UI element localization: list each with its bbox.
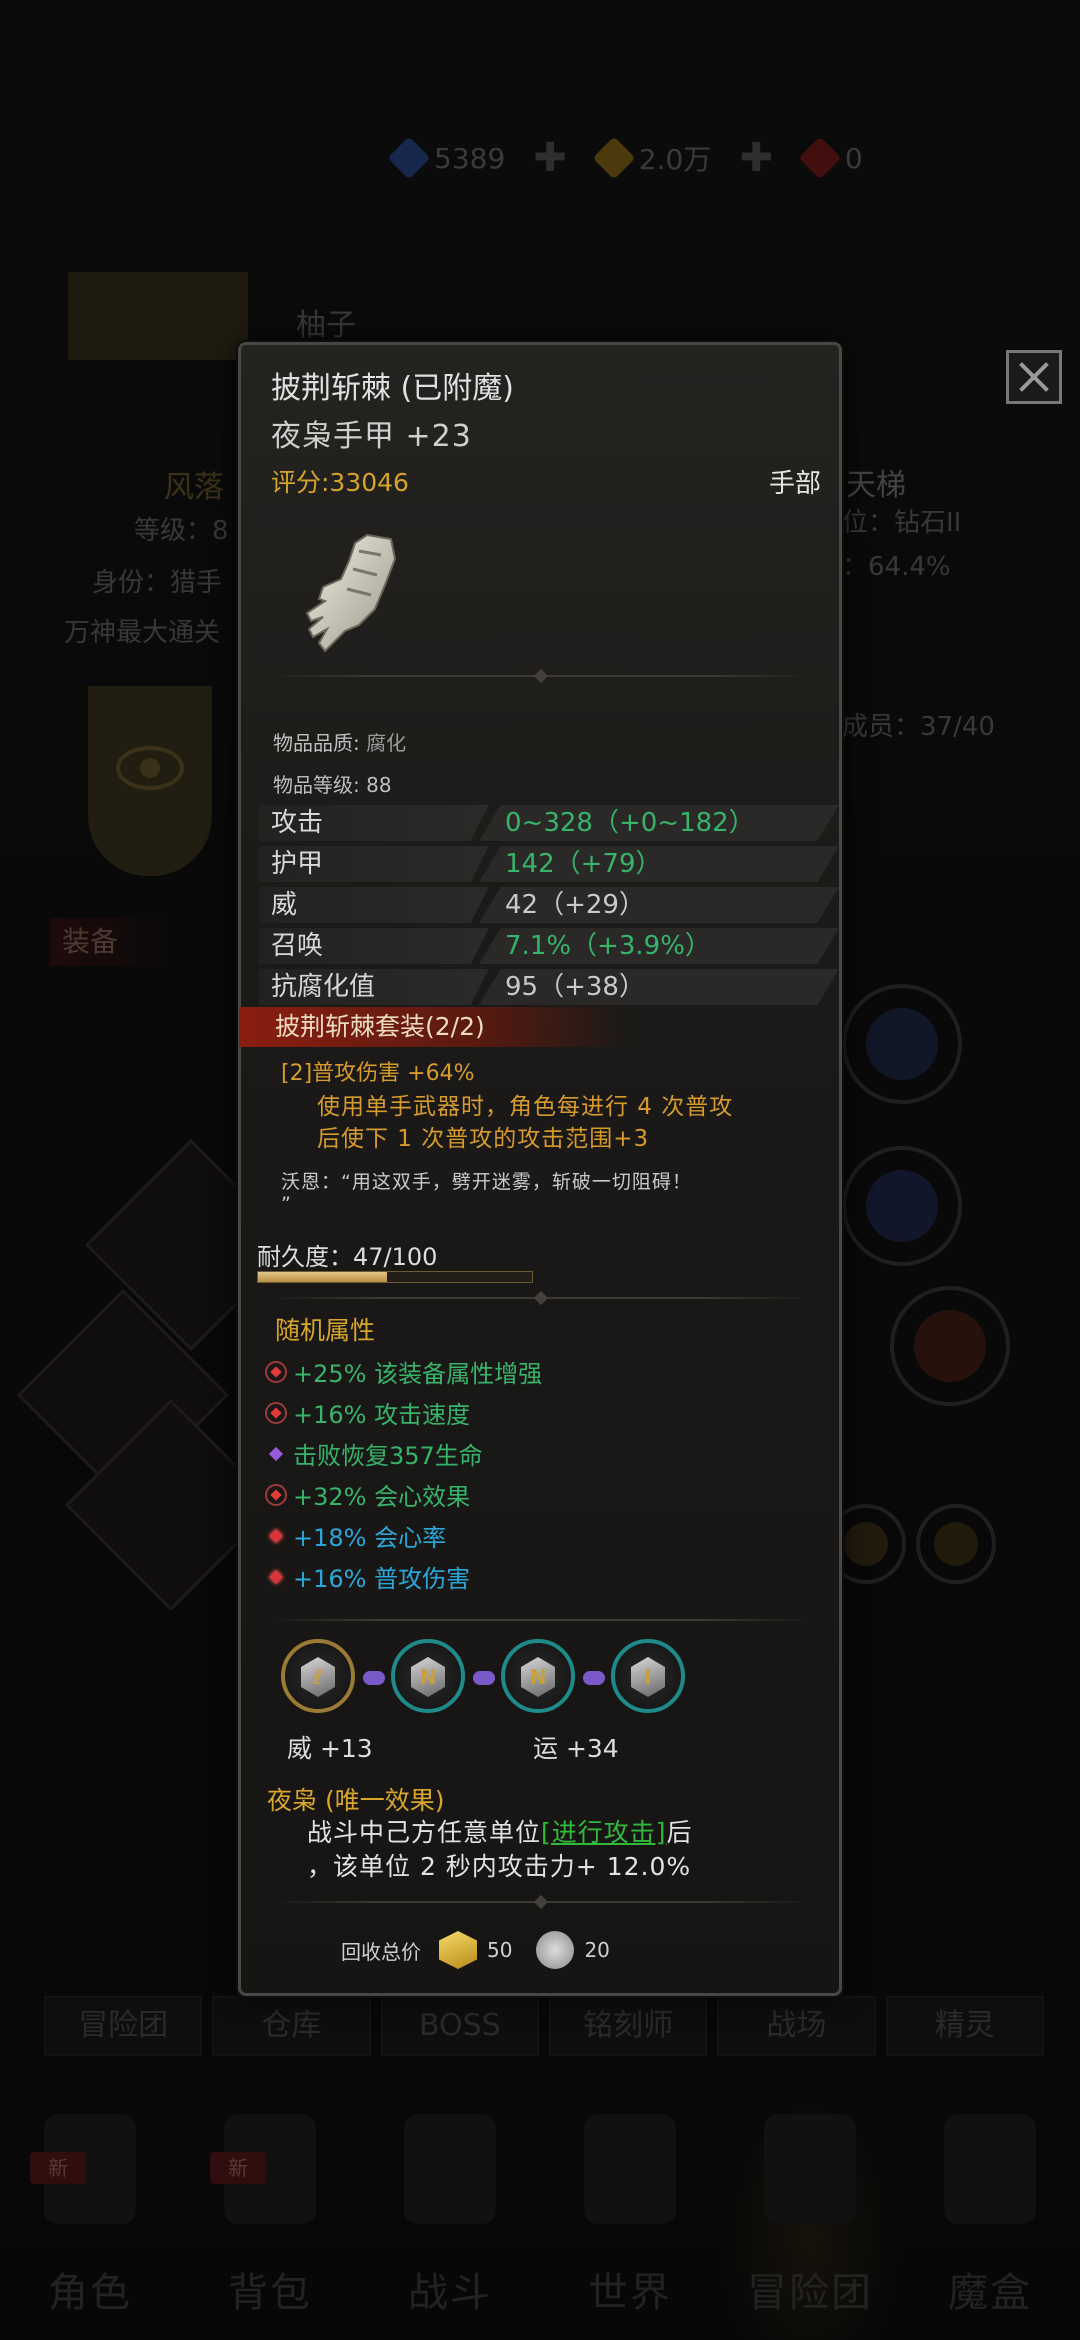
flavor-quote-line-2: ”: [281, 1193, 292, 1215]
quality-label: 物品品质:: [273, 731, 367, 755]
stat-value: 42（+29）: [479, 887, 839, 923]
red-gem-icon: [265, 1525, 287, 1547]
random-attrs-title: 随机属性: [275, 1316, 376, 1345]
stat-name: 召唤: [259, 928, 489, 964]
recycle-gold-value: 50: [487, 1938, 513, 1962]
recycle-shard-value: 20: [584, 1938, 610, 1962]
random-attr-text: +32% 会心效果: [293, 1483, 471, 1511]
gem-socket-4[interactable]: I: [611, 1639, 685, 1713]
gem-link: [583, 1671, 605, 1685]
gem-bonus-1: 威 +13: [287, 1734, 373, 1763]
red-gem-icon: [265, 1483, 287, 1506]
unique-effect-line-1: 战斗中己方任意单位[进行攻击]后: [307, 1813, 693, 1849]
stat-name: 攻击: [259, 805, 489, 841]
stat-row: 抗腐化值 95（+38）: [259, 969, 839, 1007]
stat-row: 护甲 142（+79）: [259, 846, 839, 884]
gem-sockets: ℓ N N I: [281, 1639, 701, 1719]
gem-bonus-2: 运 +34: [533, 1734, 619, 1763]
random-attr-text: +16% 普攻伤害: [293, 1565, 471, 1593]
item-name: 披荆斩棘 (已附魔): [271, 371, 514, 406]
gem-rune: I: [644, 1665, 652, 1689]
recycle-label: 回收总价: [341, 1939, 421, 1964]
gem-socket-2[interactable]: N: [391, 1639, 465, 1713]
set-desc-line-2: 后使下 1 次普攻的攻击范围+3: [317, 1126, 650, 1152]
close-button[interactable]: [1006, 350, 1062, 404]
unique-effect-title: 夜枭 (唯一效果): [267, 1786, 445, 1815]
set-title: 披荆斩棘套装(2/2): [239, 1007, 629, 1047]
stat-row: 威 42（+29）: [259, 887, 839, 925]
effect-text: 后: [666, 1818, 693, 1847]
shard-icon: [536, 1931, 575, 1969]
random-attr-row: +16% 攻击速度: [265, 1392, 542, 1433]
stat-value: 0~328（+0~182）: [479, 805, 839, 841]
item-score: 评分:33046: [271, 468, 409, 497]
item-subtitle: 夜枭手甲 +23: [271, 419, 472, 454]
stat-row: 召唤 7.1%（+3.9%）: [259, 928, 839, 966]
gem-rune: N: [529, 1665, 547, 1689]
gem-rune: ℓ: [313, 1665, 323, 1689]
random-attr-text: +25% 该装备属性增强: [293, 1360, 543, 1388]
random-attr-row: 击败恢复357生命: [265, 1433, 542, 1474]
gem-link: [473, 1671, 495, 1685]
durability-label: 耐久度：47/100: [257, 1243, 438, 1271]
quality-value: 腐化: [366, 731, 407, 755]
random-attr-row: +25% 该装备属性增强: [265, 1351, 542, 1392]
gem-socket-1[interactable]: ℓ: [281, 1639, 355, 1713]
set-bonus: [2]普攻伤害 +64%: [281, 1061, 475, 1086]
gem-socket-3[interactable]: N: [501, 1639, 575, 1713]
durability-fill: [258, 1272, 387, 1282]
item-quality: 物品品质: 腐化: [273, 727, 406, 756]
unique-effect-line-2: ，该单位 2 秒内攻击力+ 12.0%: [307, 1852, 692, 1881]
durability-bar: [257, 1271, 533, 1283]
stat-value: 95（+38）: [479, 969, 839, 1005]
stat-table: 攻击 0~328（+0~182） 护甲 142（+79） 威 42（+29） 召…: [259, 805, 839, 1010]
flavor-quote-line-1: 沃恩：“用这双手，劈开迷雾，斩破一切阻碍！: [281, 1171, 692, 1193]
gold-coin-icon: [439, 1931, 477, 1969]
gem-link: [363, 1671, 385, 1685]
effect-text: 战斗中己方任意单位: [307, 1818, 542, 1847]
stat-row: 攻击 0~328（+0~182）: [259, 805, 839, 843]
red-gem-icon: [265, 1566, 287, 1588]
stat-value: 7.1%（+3.9%）: [479, 928, 839, 964]
recycle-price: 回收总价 50 20: [341, 1927, 610, 1973]
item-level: 物品等级: 88: [273, 773, 392, 797]
stat-value: 142（+79）: [479, 846, 839, 882]
random-attr-row: +32% 会心效果: [265, 1474, 542, 1515]
red-gem-icon: [265, 1401, 287, 1424]
item-slot: 手部: [768, 469, 821, 499]
red-gem-icon: [265, 1360, 287, 1383]
random-attr-text: 击败恢复357生命: [293, 1442, 483, 1470]
random-attr-text: +16% 攻击速度: [293, 1401, 471, 1429]
stat-name: 抗腐化值: [259, 969, 489, 1005]
stat-name: 护甲: [259, 846, 489, 882]
attack-keyword-link[interactable]: [进行攻击]: [541, 1818, 667, 1847]
random-attr-row: +16% 普攻伤害: [265, 1556, 542, 1597]
random-attr-text: +18% 会心率: [293, 1524, 447, 1552]
purple-gem-icon: [265, 1443, 287, 1465]
random-attr-row: +18% 会心率: [265, 1515, 542, 1556]
gem-rune: N: [419, 1665, 437, 1689]
set-desc-line-1: 使用单手武器时，角色每进行 4 次普攻: [317, 1094, 734, 1120]
stat-name: 威: [259, 887, 489, 923]
random-attrs-list: +25% 该装备属性增强 +16% 攻击速度 击败恢复357生命 +32% 会心效果 +…: [265, 1351, 542, 1597]
item-tooltip: 披荆斩棘 (已附魔) 夜枭手甲 +23 评分:33046 手部 物品品质: 腐化…: [238, 342, 842, 1996]
gauntlet-icon: [305, 533, 397, 653]
